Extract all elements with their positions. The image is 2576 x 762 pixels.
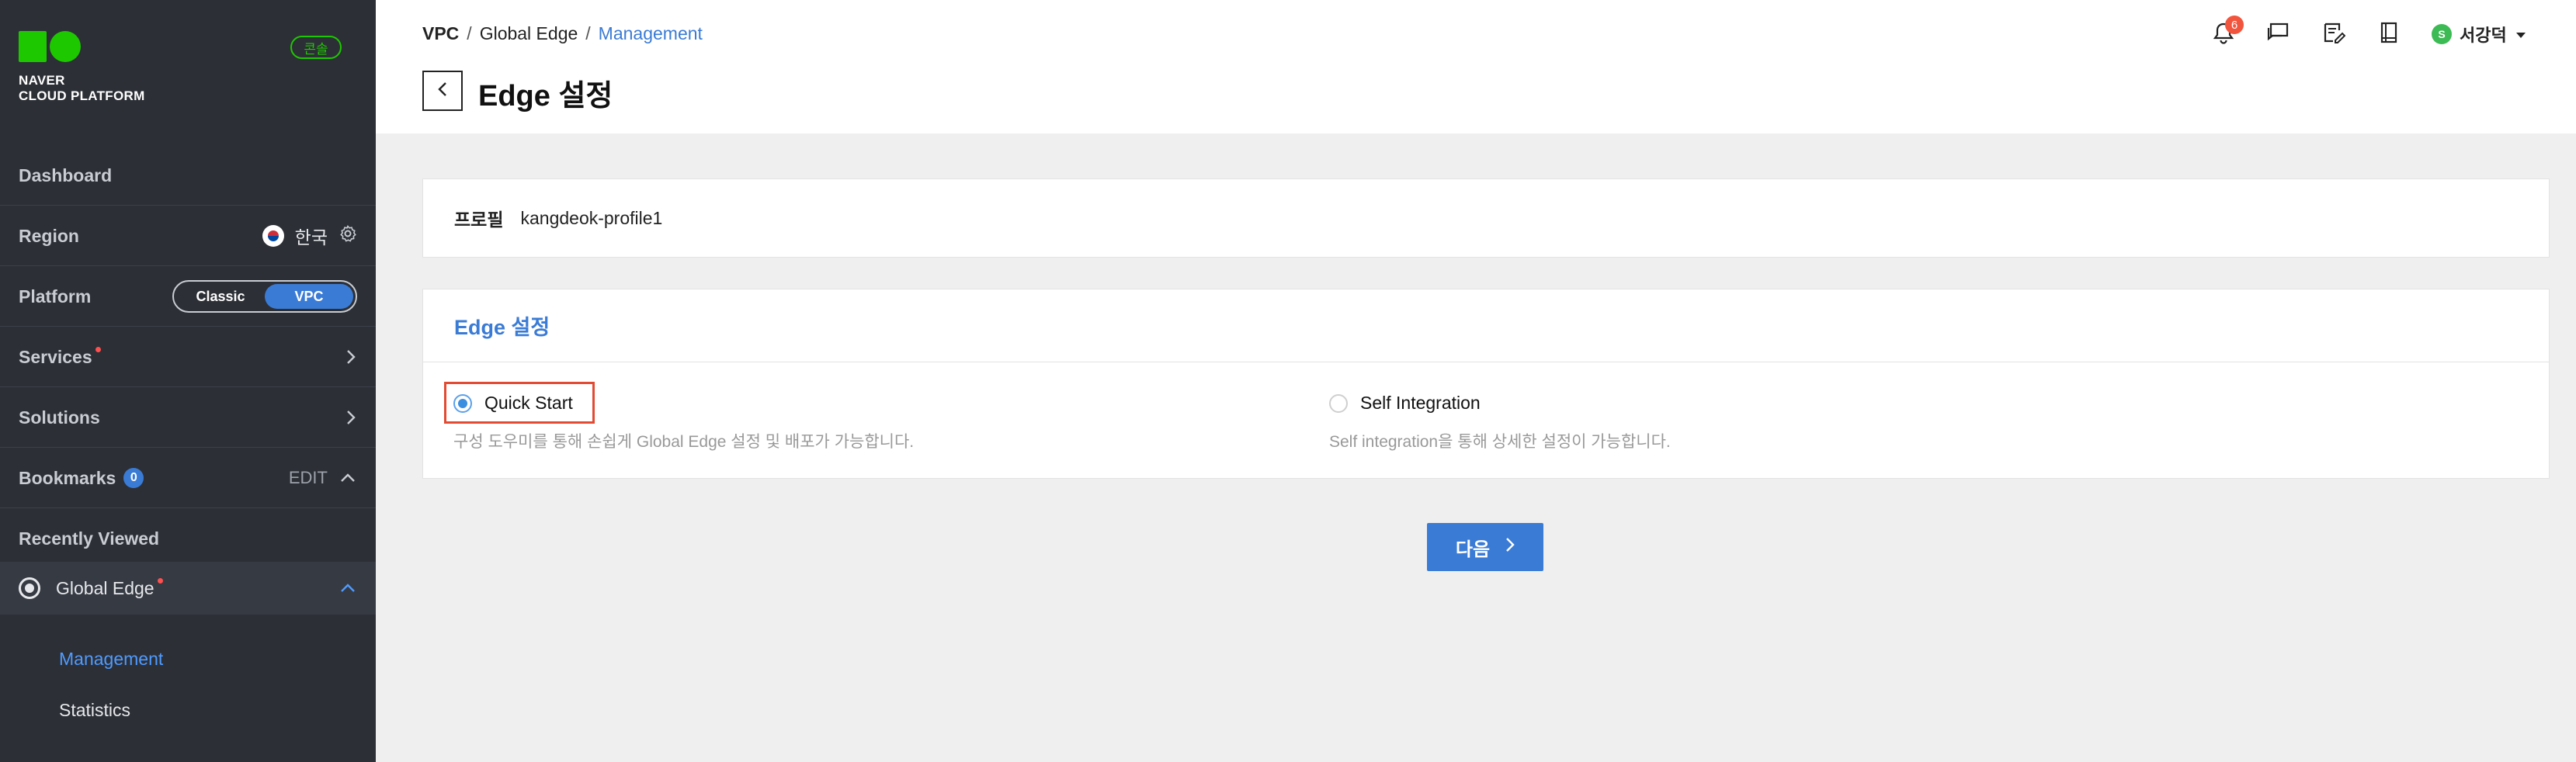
option-label: Quick Start: [484, 393, 573, 413]
sidebar-subitem-statistics[interactable]: Statistics: [59, 700, 130, 721]
sidebar: NAVER CLOUD PLATFORM 콘솔 Dashboard Region…: [0, 0, 376, 762]
radio-button-selected[interactable]: [453, 393, 472, 413]
chat-button[interactable]: [2264, 20, 2292, 48]
chevron-right-icon: [345, 408, 357, 427]
sidebar-item-platform: Platform Classic VPC: [0, 267, 376, 327]
guide-button[interactable]: [2375, 20, 2403, 48]
chevron-right-icon: [1505, 536, 1515, 558]
korea-flag-icon: [262, 225, 284, 247]
sidebar-item-global-edge[interactable]: Global Edge: [0, 562, 376, 615]
sidebar-item-services[interactable]: Services: [0, 327, 376, 387]
book-icon: [2379, 21, 2399, 48]
sidebar-item-solutions[interactable]: Solutions: [0, 388, 376, 448]
chevron-left-icon: [437, 81, 448, 102]
breadcrumb-item-current[interactable]: Management: [599, 23, 703, 44]
sidebar-item-label: Solutions: [19, 407, 100, 428]
radio-option-self-integration[interactable]: Self Integration: [1329, 393, 1481, 414]
radio-option-quick-start[interactable]: Quick Start: [453, 393, 573, 414]
radio-button[interactable]: [1329, 393, 1348, 413]
sidebar-item-region: Region 한국: [0, 206, 376, 266]
sidebar-item-dashboard[interactable]: Dashboard: [0, 146, 376, 206]
breadcrumb: VPC / Global Edge / Management: [422, 23, 703, 44]
gear-icon[interactable]: [338, 224, 357, 248]
option-description: 구성 도우미를 통해 손쉽게 Global Edge 설정 및 배포가 가능합니…: [453, 433, 915, 451]
platform-option-vpc[interactable]: VPC: [265, 284, 353, 309]
new-indicator-dot: [157, 577, 163, 584]
sidebar-item-label: Global Edge: [56, 577, 154, 598]
next-button-label: 다음: [1455, 539, 1491, 560]
option-description: Self integration을 통해 상세한 설정이 가능합니다.: [1329, 433, 1671, 451]
edit-note-icon: [2322, 21, 2346, 48]
chevron-up-icon[interactable]: [338, 468, 357, 489]
platform-toggle[interactable]: Classic VPC: [172, 280, 357, 313]
sidebar-item-label: Dashboard: [19, 165, 113, 185]
new-indicator-dot: [95, 346, 101, 352]
chat-icon: [2266, 22, 2290, 47]
profile-value: kangdeok-profile1: [520, 207, 663, 228]
profile-card: 프로필 kangdeok-profile1: [422, 178, 2550, 258]
notification-button[interactable]: 6: [2210, 16, 2244, 48]
sidebar-item-label: Recently Viewed: [19, 528, 160, 549]
bookmarks-edit-button[interactable]: EDIT: [289, 468, 328, 488]
sidebar-item-recently-viewed: Recently Viewed: [0, 509, 376, 569]
next-button[interactable]: 다음: [1427, 523, 1543, 571]
sidebar-item-label: Region: [19, 225, 79, 246]
page-title: Edge 설정: [478, 80, 613, 113]
breadcrumb-item[interactable]: VPC: [422, 23, 459, 44]
profile-label: 프로필: [454, 210, 504, 230]
console-badge[interactable]: 콘솔: [290, 36, 342, 59]
chevron-up-icon: [338, 582, 357, 594]
logo-text-line1: NAVER: [19, 73, 65, 88]
user-name: 서강덕: [2460, 26, 2507, 45]
sidebar-item-label: Services: [19, 346, 92, 367]
chevron-right-icon: [345, 348, 357, 366]
caret-down-icon: [2515, 24, 2527, 44]
back-button[interactable]: [422, 71, 463, 111]
bookmark-count-badge: 0: [123, 468, 144, 488]
naver-cloud-logo[interactable]: NAVER CLOUD PLATFORM: [19, 31, 145, 104]
global-edge-icon: [19, 577, 40, 599]
avatar: S: [2432, 24, 2452, 44]
sidebar-item-label: Platform: [19, 286, 92, 307]
sidebar-item-bookmarks[interactable]: Bookmarks 0 EDIT: [0, 449, 376, 508]
platform-option-classic[interactable]: Classic: [176, 284, 265, 309]
edge-settings-title: Edge 설정: [423, 289, 2549, 362]
sidebar-subitem-management[interactable]: Management: [59, 649, 163, 670]
sidebar-item-label: Bookmarks: [19, 467, 116, 488]
region-value[interactable]: 한국: [295, 223, 328, 249]
option-label: Self Integration: [1360, 393, 1481, 413]
page-header: VPC / Global Edge / Management Edge 설정 6…: [376, 0, 2576, 133]
breadcrumb-item[interactable]: Global Edge: [480, 23, 578, 44]
user-menu[interactable]: S 서강덕: [2432, 22, 2527, 47]
notification-count-badge: 6: [2225, 16, 2244, 34]
logo-text-line2: CLOUD PLATFORM: [19, 88, 145, 103]
edit-note-button[interactable]: [2320, 20, 2348, 48]
